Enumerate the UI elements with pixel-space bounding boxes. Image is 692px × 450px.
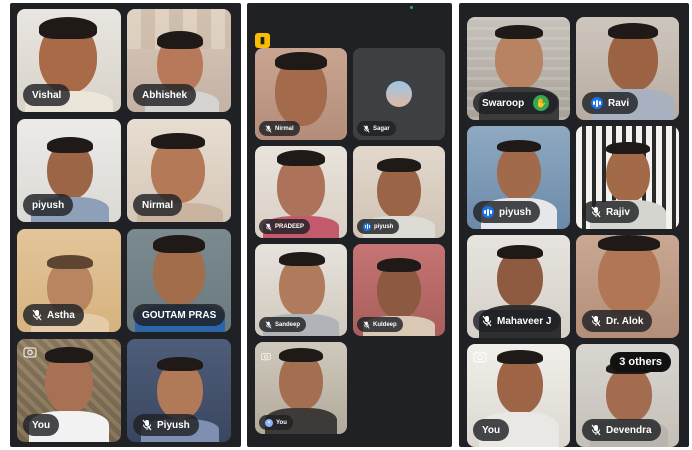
participant-tile[interactable]: Sagar [353, 48, 445, 140]
participant-name: Swaroop [482, 97, 525, 109]
participant-name-chip: Kuldeep [357, 317, 403, 332]
participant-tile[interactable]: Vishal [17, 9, 121, 112]
participant-name: Nirmal [275, 125, 294, 132]
mic-off-icon [32, 309, 42, 321]
participant-name-chip: Astha [23, 304, 84, 326]
participant-tile[interactable]: 3 others Devendra [576, 344, 679, 447]
mic-off-icon [591, 206, 601, 218]
participant-tile[interactable]: piyush [467, 126, 570, 229]
participant-name-chip: piyush [473, 201, 541, 223]
mic-off-icon [591, 424, 601, 436]
others-count-button[interactable]: 3 others [610, 352, 671, 372]
participant-tile[interactable]: Dr. Alok [576, 235, 679, 338]
participant-name-chip: Rajiv [582, 201, 639, 223]
participant-name-chip: Mahaveer J [473, 310, 561, 332]
participant-name: Vishal [32, 89, 62, 101]
participant-name-chip: Devendra [582, 419, 661, 441]
participant-tile-active-speaker[interactable]: Nirmal [127, 119, 231, 222]
participant-name-chip: Swaroop ✋ [473, 92, 559, 114]
camera-off-icon[interactable] [261, 348, 271, 361]
participant-name-chip: You [473, 419, 510, 441]
participant-tile[interactable]: piyush [353, 146, 445, 238]
audio-wave-icon [363, 222, 371, 231]
participant-name-chip: piyush [23, 194, 74, 216]
participant-tile[interactable]: PRADEEP [255, 146, 347, 238]
participant-name-chip: piyush [357, 219, 400, 234]
participant-name: piyush [499, 206, 532, 218]
participant-name: Devendra [606, 424, 652, 436]
participant-name: Abhishek [142, 89, 188, 101]
participant-name: Piyush [157, 419, 190, 431]
mic-off-icon [591, 315, 601, 327]
participant-name-chip: • You [259, 415, 293, 430]
audio-wave-icon [482, 206, 494, 218]
participant-tile[interactable]: Swaroop ✋ [467, 17, 570, 120]
raised-hand-icon: ✋ [533, 95, 550, 111]
mic-off-icon [482, 315, 492, 327]
participant-tile[interactable]: Mahaveer J [467, 235, 570, 338]
avatar [386, 81, 412, 107]
audio-wave-icon [591, 97, 603, 109]
participant-name: piyush [32, 199, 65, 211]
mic-off-icon [363, 124, 370, 133]
participant-tile[interactable]: Ravi [576, 17, 679, 120]
participant-name: Rajiv [606, 206, 630, 218]
participant-name: Dr. Alok [606, 315, 644, 327]
participant-tile[interactable]: Sandeep [255, 244, 347, 336]
participant-tile[interactable]: Piyush [127, 339, 231, 442]
mic-off-icon [363, 320, 370, 329]
participant-name-chip: Dr. Alok [582, 310, 653, 332]
participant-name-chip: You [23, 414, 60, 436]
participant-name: piyush [374, 223, 394, 230]
participant-tile[interactable]: Kuldeep [353, 244, 445, 336]
camera-off-icon[interactable] [473, 350, 487, 363]
participant-name: PRADEEP [275, 223, 305, 230]
mic-off-icon [142, 419, 152, 431]
mic-off-icon [265, 222, 272, 231]
participant-tile[interactable]: GOUTAM PRAS [127, 229, 231, 332]
meeting-panel-3: Swaroop ✋ Ravi piyush Rajiv Mahaveer J D… [459, 3, 689, 447]
participant-name: Sandeep [275, 321, 301, 328]
participant-tile[interactable]: Rajiv [576, 126, 679, 229]
participant-name: You [482, 424, 501, 436]
participant-name-chip: Nirmal [133, 194, 183, 216]
more-options-icon: • [265, 418, 273, 427]
status-dot [410, 6, 413, 9]
mic-off-icon [265, 124, 272, 133]
participant-name: Sagar [373, 125, 390, 132]
participant-tile[interactable]: Astha [17, 229, 121, 332]
participant-name-chip: Vishal [23, 84, 71, 106]
participant-name-chip: Abhishek [133, 84, 197, 106]
participant-name-chip: GOUTAM PRAS [133, 304, 226, 326]
participant-name: You [276, 419, 287, 426]
participant-name-chip: Piyush [133, 414, 199, 436]
participant-tile[interactable]: piyush [17, 119, 121, 222]
participant-tile-self[interactable]: You [17, 339, 121, 442]
meeting-panel-1: Vishal Abhishek piyush Nirmal Astha GOUT… [10, 3, 241, 447]
participant-name: Ravi [608, 97, 630, 109]
participant-name-chip: Ravi [582, 92, 639, 114]
mic-off-icon [265, 320, 272, 329]
participant-name-chip: Nirmal [259, 121, 300, 136]
participant-name: Astha [47, 309, 75, 321]
participant-tile[interactable]: Abhishek [127, 9, 231, 112]
participant-name-chip: Sandeep [259, 317, 307, 332]
participant-name-chip: PRADEEP [259, 219, 311, 234]
host-badge-icon[interactable]: ▮ [255, 33, 270, 48]
participant-name: Mahaveer J [497, 315, 552, 327]
participant-name: Nirmal [142, 199, 174, 211]
meeting-panel-2: ▮ Nirmal Sagar PRADEEP piyush Sandeep Ku… [247, 3, 452, 447]
participant-name: You [32, 419, 51, 431]
participant-tile[interactable]: Nirmal [255, 48, 347, 140]
participant-name: Kuldeep [373, 321, 397, 328]
camera-off-icon[interactable] [23, 345, 37, 358]
participant-tile-self[interactable]: • You [255, 342, 347, 434]
participant-name: GOUTAM PRAS [142, 309, 217, 321]
participant-name-chip: Sagar [357, 121, 396, 136]
participant-tile-self[interactable]: You [467, 344, 570, 447]
